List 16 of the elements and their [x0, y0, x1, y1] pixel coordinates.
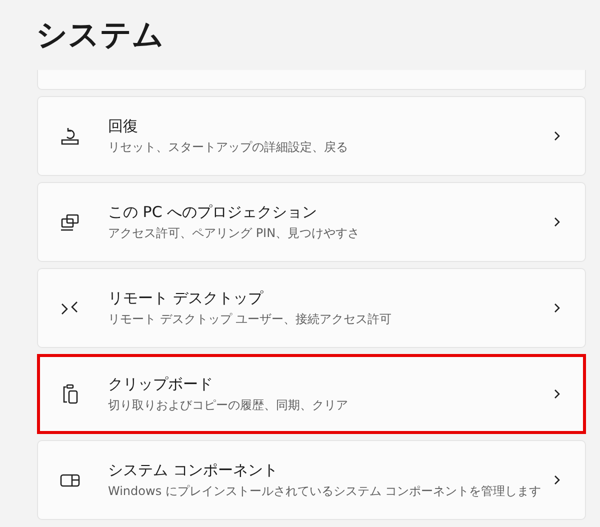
item-description: 切り取りおよびコピーの履歴、同期、クリア — [108, 396, 348, 414]
settings-item[interactable]: リモート デスクトップ リモート デスクトップ ユーザー、接続アクセス許可 — [37, 268, 586, 348]
settings-item[interactable]: クリップボード 切り取りおよびコピーの履歴、同期、クリア — [37, 354, 586, 434]
settings-item[interactable]: この PC へのプロジェクション アクセス許可、ペアリング PIN、見つけやすさ — [37, 182, 586, 262]
item-title: 回復 — [108, 116, 138, 136]
item-description: リセット、スタートアップの詳細設定、戻る — [108, 138, 348, 156]
item-title: この PC へのプロジェクション — [108, 202, 318, 222]
item-title: システム コンポーネント — [108, 460, 278, 480]
item-description: リモート デスクトップ ユーザー、接続アクセス許可 — [108, 310, 392, 328]
page-title: システム — [35, 16, 165, 55]
item-description: Windows にプレインストールされているシステム コンポーネントを管理します — [108, 482, 542, 500]
item-description: アクセス許可、ペアリング PIN、見つけやすさ — [108, 224, 360, 242]
item-title: リモート デスクトップ — [108, 288, 263, 308]
settings-item[interactable]: システム コンポーネント Windows にプレインストールされているシステム コンポーネントを管理します — [37, 440, 586, 520]
item-title: クリップボード — [108, 374, 213, 394]
settings-item[interactable]: 回復 リセット、スタートアップの詳細設定、戻る — [37, 96, 586, 176]
